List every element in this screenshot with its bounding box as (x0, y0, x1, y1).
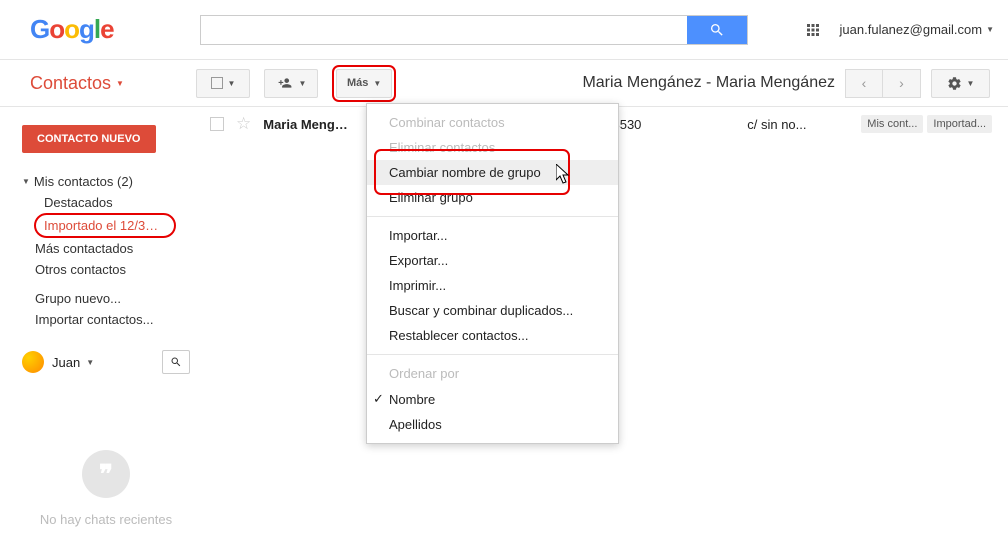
menu-import[interactable]: Importar... (367, 223, 618, 248)
sidebar-most-contacted[interactable]: Más contactados (22, 238, 190, 259)
menu-sort-first-label: Nombre (389, 392, 435, 407)
new-contact-button[interactable]: CONTACTO NUEVO (22, 125, 156, 153)
account-dropdown[interactable]: juan.fulanez@gmail.com ▼ (840, 22, 994, 37)
avatar (22, 351, 44, 373)
contact-range-title: Maria Mengánez - Maria Mengánez (582, 74, 835, 92)
contact-address: c/ sin no... (747, 117, 813, 132)
menu-sort-first[interactable]: ✓Nombre (367, 386, 618, 412)
menu-separator (367, 216, 618, 217)
chevron-right-icon: › (899, 75, 904, 91)
account-switch[interactable]: Juan ▼ (52, 355, 94, 370)
menu-restore[interactable]: Restablecer contactos... (367, 323, 618, 348)
star-icon[interactable]: ☆ (236, 114, 251, 134)
sidebar-new-group[interactable]: Grupo nuevo... (22, 288, 190, 309)
prev-button[interactable]: ‹ (845, 69, 883, 98)
search-icon (709, 22, 725, 38)
search-input[interactable] (201, 16, 687, 44)
sidebar-label: Mis contactos (2) (34, 174, 133, 189)
row-checkbox[interactable] (210, 117, 224, 131)
menu-sort-last-label: Apellidos (389, 417, 442, 432)
account-name-label: Juan (52, 355, 80, 370)
sidebar-starred[interactable]: Destacados (22, 192, 190, 213)
google-logo[interactable]: Google (30, 14, 114, 45)
menu-print[interactable]: Imprimir... (367, 273, 618, 298)
expand-arrow-icon: ▼ (22, 177, 30, 186)
dropdown-arrow-icon: ▼ (967, 79, 975, 88)
checkbox-icon (211, 77, 223, 89)
menu-sort-last[interactable]: Apellidos (367, 412, 618, 437)
apps-icon[interactable] (804, 21, 822, 39)
sidebar-other-contacts[interactable]: Otros contactos (22, 259, 190, 280)
more-menu: Combinar contactos Eliminar contactos Ca… (366, 103, 619, 444)
account-email: juan.fulanez@gmail.com (840, 22, 983, 37)
contacts-title-dropdown[interactable]: Contactos ▼ (30, 73, 124, 94)
menu-export[interactable]: Exportar... (367, 248, 618, 273)
dropdown-arrow-icon: ▼ (373, 79, 381, 88)
contact-tag[interactable]: Mis cont... (861, 115, 923, 133)
contacts-title-label: Contactos (30, 73, 111, 94)
menu-delete-contacts: Eliminar contactos (367, 135, 618, 160)
search-chat-button[interactable] (162, 350, 190, 374)
chevron-left-icon: ‹ (862, 75, 867, 91)
search-button[interactable] (687, 16, 747, 44)
more-button[interactable]: Más ▼ (336, 69, 392, 98)
menu-separator (367, 354, 618, 355)
hangouts-icon: ❞ (82, 450, 130, 498)
search-icon (170, 356, 182, 368)
dropdown-arrow-icon: ▼ (986, 25, 994, 34)
more-label: Más (347, 77, 368, 89)
contact-phone: 18530 (605, 117, 735, 132)
sidebar-imported[interactable]: Importado el 12/3… (44, 218, 158, 233)
sidebar-import[interactable]: Importar contactos... (22, 309, 190, 330)
chat-empty-text: No hay chats recientes (22, 512, 190, 527)
menu-sort-label: Ordenar por (367, 361, 618, 386)
next-button[interactable]: › (883, 69, 921, 98)
sidebar-my-contacts[interactable]: ▼ Mis contactos (2) (22, 171, 190, 192)
annotation-highlight: Más ▼ (332, 65, 396, 102)
select-all-dropdown[interactable]: ▼ (196, 69, 250, 98)
menu-delete-group[interactable]: Eliminar grupo (367, 185, 618, 210)
dropdown-arrow-icon: ▼ (299, 79, 307, 88)
dropdown-arrow-icon: ▼ (228, 79, 236, 88)
menu-find-duplicates[interactable]: Buscar y combinar duplicados... (367, 298, 618, 323)
check-icon: ✓ (373, 391, 387, 407)
menu-rename-group[interactable]: Cambiar nombre de grupo (367, 160, 618, 185)
add-person-icon (276, 76, 294, 90)
gear-icon (947, 76, 962, 91)
add-to-group-button[interactable]: ▼ (264, 69, 318, 98)
contact-tag[interactable]: Importad... (927, 115, 992, 133)
dropdown-arrow-icon: ▼ (116, 79, 124, 88)
annotation-highlight: Importado el 12/3… (34, 213, 176, 238)
search-bar (200, 15, 748, 45)
settings-button[interactable]: ▼ (931, 69, 990, 98)
dropdown-arrow-icon: ▼ (86, 358, 94, 367)
menu-merge-contacts: Combinar contactos (367, 110, 618, 135)
